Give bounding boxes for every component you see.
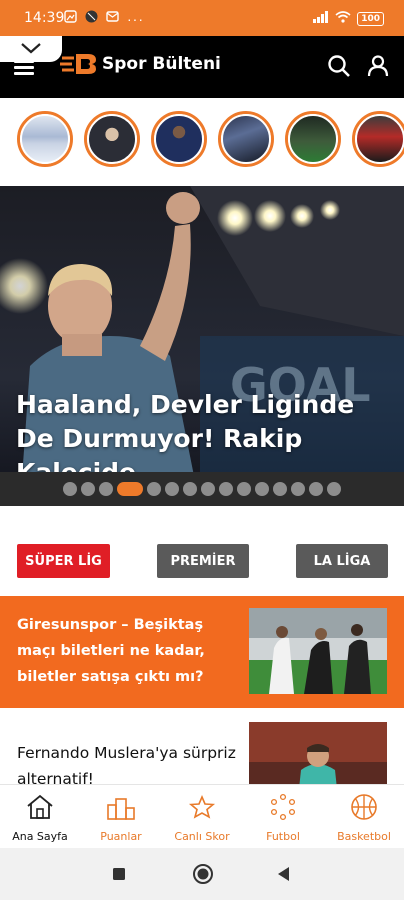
app-logo[interactable]: Spor Bülteni [60,52,221,76]
nav-label: Canlı Skor [174,830,230,843]
nav-live-score[interactable]: Canlı Skor [162,793,242,843]
battery-indicator: 100 [357,12,384,26]
wifi-icon [335,10,351,28]
home-icon [27,794,53,819]
nav-home[interactable]: Ana Sayfa [0,793,80,843]
pagination-dot[interactable] [273,482,287,496]
search-button[interactable] [327,54,351,78]
basketball-icon [351,794,377,820]
brand-mark-icon [60,54,96,74]
news-thumbnail [249,722,387,784]
star-icon [188,794,216,819]
more-notifications-icon: ··· [127,11,144,27]
nav-football[interactable]: Futbol [243,793,323,843]
pagination-dot[interactable] [147,482,161,496]
news-item[interactable]: Fernando Muslera'ya sürpriz alternatif! [0,708,404,784]
collapse-header-button[interactable] [0,36,62,62]
story-item[interactable] [218,111,274,167]
tab-super-lig[interactable]: SÜPER LİG [17,544,110,578]
tab-premier[interactable]: PREMİER [157,544,249,578]
pagination-dot[interactable] [201,482,215,496]
league-tabs: SÜPER LİG PREMİER LA LİGA [0,506,404,596]
menu-icon[interactable] [14,60,34,75]
pagination-dot[interactable] [99,482,113,496]
status-notification-icons: ··· [64,10,144,28]
story-item[interactable] [151,111,207,167]
news-item[interactable]: Giresunspor – Beşiktaş maçı biletleri ne… [0,596,404,708]
nav-label: Ana Sayfa [12,830,68,843]
user-icon [367,55,389,77]
nav-basketball[interactable]: Basketbol [324,793,404,843]
pagination-dot[interactable] [291,482,305,496]
slider-pagination [0,472,404,506]
pagination-dot[interactable] [255,482,269,496]
pagination-dot[interactable] [309,482,323,496]
pagination-dot[interactable] [219,482,233,496]
home-system-icon[interactable] [192,863,214,885]
ball-notification-icon [85,10,98,28]
nav-label: Futbol [266,830,300,843]
stories-strip [0,98,404,186]
nav-label: Basketbol [337,830,391,843]
pagination-dot[interactable] [81,482,95,496]
story-item[interactable] [285,111,341,167]
back-icon[interactable] [276,866,290,882]
signal-icon [313,10,329,28]
news-title: Fernando Muslera'ya sürpriz alternatif! [17,744,236,784]
story-item[interactable] [352,111,404,167]
message-notification-icon [106,10,119,28]
pagination-dot[interactable] [327,482,341,496]
status-time: 14:39 [24,10,65,26]
story-item[interactable] [84,111,140,167]
pagination-dot-active[interactable] [117,482,143,496]
podium-icon [107,798,135,820]
pagination-dot[interactable] [165,482,179,496]
logo-text: Spor Bülteni [102,54,221,74]
dots-ring-icon [270,793,296,821]
nav-label: Puanlar [100,830,142,843]
status-system-icons: 100 [313,10,384,28]
nav-standings[interactable]: Puanlar [81,793,161,843]
bottom-navigation: Ana Sayfa Puanlar Canlı Skor Futbol Bask… [0,784,404,849]
chevron-down-icon [21,43,41,54]
search-icon [328,55,350,77]
news-title: Giresunspor – Beşiktaş maçı biletleri ne… [17,617,205,685]
image-notification-icon [64,10,77,28]
story-item[interactable] [17,111,73,167]
pagination-dot[interactable] [183,482,197,496]
pagination-dot[interactable] [63,482,77,496]
system-navigation-bar [0,848,404,900]
pagination-dot[interactable] [237,482,251,496]
news-thumbnail [249,608,387,694]
status-bar: 14:39 ··· 100 [0,0,404,36]
tab-la-liga[interactable]: LA LİGA [296,544,388,578]
recent-apps-icon[interactable] [112,867,126,881]
profile-button[interactable] [366,54,390,78]
